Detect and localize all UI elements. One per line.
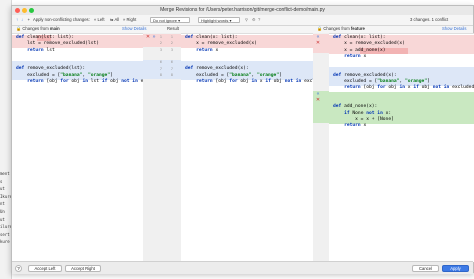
console-line: s bbox=[0, 178, 3, 184]
ide-console-snippet: ment s ut Ikure nt Un ut ilure sert kure bbox=[0, 170, 11, 246]
console-line: kure bbox=[0, 239, 10, 245]
toolbar: ↑ ↓ ✦ Apply non-conflicting changes: « L… bbox=[12, 15, 473, 26]
result-pane-header: Result bbox=[167, 26, 179, 31]
cancel-button[interactable]: Cancel bbox=[412, 265, 439, 272]
left-gutter: ✕ » 1 2 3 6 7 8 1 2 3 6 7 8 bbox=[143, 33, 181, 261]
apply-button[interactable]: Apply bbox=[442, 265, 469, 272]
apply-left-label: Left bbox=[97, 17, 105, 22]
result-code: def clean(x: list): x = remove_excluded(… bbox=[185, 35, 329, 85]
left-pane-header: 🔒 Changes from main bbox=[16, 25, 60, 33]
result-editor[interactable]: def clean(x: list): x = remove_excluded(… bbox=[181, 33, 329, 262]
left-editor[interactable]: def clean(lst: list): lst = remove_exclu… bbox=[12, 33, 166, 262]
settings-icon[interactable]: ⚙ bbox=[252, 15, 256, 25]
ignore-whitespace-value: Do not ignore bbox=[153, 18, 178, 23]
ignore-whitespace-select[interactable]: Do not ignore ▾ bbox=[150, 17, 190, 23]
reject-change-icon[interactable]: ✕ bbox=[315, 97, 321, 103]
apply-non-conflicting-label: Apply non-conflicting changes: bbox=[33, 17, 90, 22]
right-editor[interactable]: def clean(x: list): x = remove_excluded(… bbox=[329, 33, 474, 262]
lock-icon: 🔒 bbox=[317, 26, 323, 31]
console-line: ut bbox=[0, 186, 5, 192]
left-pane-branch: main bbox=[49, 26, 60, 31]
apply-all-button[interactable]: ⇆ All bbox=[110, 15, 119, 25]
console-line: nt bbox=[0, 201, 5, 207]
line-number: 2 bbox=[170, 40, 173, 45]
reject-change-icon[interactable]: ✕ bbox=[315, 40, 321, 46]
window-title: Merge Revisions for /Users/peter.harriso… bbox=[160, 7, 325, 13]
line-number: 2 bbox=[159, 40, 162, 45]
left-pane-header-prefix: Changes from bbox=[22, 26, 49, 31]
console-line: ment bbox=[0, 171, 10, 176]
line-number: 8 bbox=[170, 72, 173, 77]
lock-scrolling-icon[interactable]: ⚲ bbox=[245, 15, 248, 25]
modified-gutter-highlight bbox=[143, 60, 181, 79]
left-show-details-link[interactable]: Show Details bbox=[122, 25, 146, 33]
accept-left-button[interactable]: Accept Left bbox=[28, 265, 62, 272]
console-line: Un bbox=[0, 208, 5, 214]
console-line: ilure bbox=[0, 224, 11, 230]
help-icon[interactable]: ? bbox=[258, 15, 260, 25]
apply-right-label: Right bbox=[126, 17, 137, 22]
apply-magic-icon[interactable]: ✦ bbox=[27, 15, 31, 25]
console-line: Ikure bbox=[0, 193, 11, 199]
line-number: 3 bbox=[170, 47, 173, 52]
right-pane-header: 🔒 Changes from feature bbox=[317, 25, 365, 33]
accept-right-button[interactable]: Accept Right bbox=[65, 265, 101, 272]
apply-right-button[interactable]: » Right bbox=[123, 15, 136, 25]
close-window-button[interactable] bbox=[15, 8, 20, 13]
apply-all-label: All bbox=[114, 17, 120, 22]
line-number: 8 bbox=[159, 72, 162, 77]
highlight-mode-value: Highlight words bbox=[201, 18, 229, 23]
right-show-details-link[interactable]: Show Details bbox=[442, 25, 466, 33]
changes-status: 3 changes. 1 conflict bbox=[410, 17, 449, 22]
merge-dialog: Merge Revisions for /Users/peter.harriso… bbox=[11, 5, 474, 274]
console-line: ut bbox=[0, 216, 5, 222]
maximize-window-button[interactable] bbox=[29, 8, 34, 13]
right-pane-branch: feature bbox=[350, 26, 365, 31]
dialog-footer: ? Accept Left Accept Right Cancel Apply bbox=[12, 261, 473, 274]
help-button[interactable]: ? bbox=[15, 265, 22, 272]
console-line: sert bbox=[0, 231, 10, 237]
next-change-icon[interactable]: ↓ bbox=[21, 15, 23, 25]
right-code: def clean(x: list): x = remove_excluded(… bbox=[333, 35, 474, 129]
right-gutter: « ✕ « ✕ bbox=[313, 33, 329, 261]
lock-icon: 🔒 bbox=[16, 26, 22, 31]
line-number: 3 bbox=[159, 47, 162, 52]
line-number: 6 bbox=[159, 59, 162, 64]
previous-change-icon[interactable]: ↑ bbox=[16, 15, 18, 25]
apply-left-button[interactable]: « Left bbox=[94, 15, 105, 25]
highlight-mode-select[interactable]: Highlight words ▾ bbox=[198, 17, 240, 23]
line-number: 6 bbox=[170, 59, 173, 64]
right-pane-header-prefix: Changes from bbox=[323, 26, 350, 31]
minimize-window-button[interactable] bbox=[22, 8, 27, 13]
